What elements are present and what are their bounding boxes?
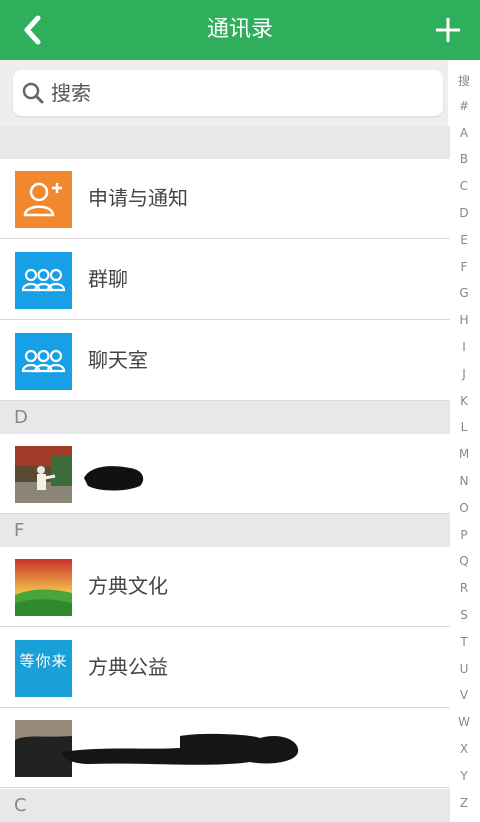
search-placeholder: 搜索: [51, 81, 91, 105]
item-label: 聊天室: [88, 348, 148, 372]
search-input[interactable]: 搜索: [13, 70, 443, 116]
divider-band: [0, 126, 450, 159]
index-letter[interactable]: K: [448, 394, 480, 408]
index-letter[interactable]: N: [448, 474, 480, 488]
group-chat-item[interactable]: 群聊: [0, 240, 450, 320]
chat-room-item[interactable]: 聊天室: [0, 321, 450, 401]
index-letter[interactable]: E: [448, 233, 480, 247]
index-letter[interactable]: P: [448, 528, 480, 542]
index-letter[interactable]: T: [448, 635, 480, 649]
contact-avatar: [15, 446, 72, 503]
index-letter[interactable]: U: [448, 662, 480, 676]
index-letter[interactable]: F: [448, 260, 480, 274]
group-icon: [15, 333, 72, 390]
index-letter[interactable]: J: [448, 367, 480, 381]
group-icon: [15, 252, 72, 309]
item-label: 申请与通知: [88, 186, 188, 210]
index-letter[interactable]: S: [448, 608, 480, 622]
index-letter[interactable]: D: [448, 206, 480, 220]
alphabet-index[interactable]: 搜 # A B C D E F G H I J K L M N O P Q R S T U V W X Y Z: [448, 60, 480, 818]
page-title: 通讯录: [206, 17, 273, 42]
index-letter[interactable]: Y: [448, 769, 480, 783]
index-letter[interactable]: A: [448, 126, 480, 140]
section-header-c: C: [0, 789, 450, 822]
contact-item[interactable]: [0, 434, 450, 514]
index-letter[interactable]: H: [448, 313, 480, 327]
index-letter[interactable]: R: [448, 581, 480, 595]
redacted-name: [61, 733, 299, 765]
contact-name: 方典公益: [88, 655, 168, 679]
search-icon: [22, 82, 44, 104]
add-user-icon: [15, 171, 72, 228]
search-area: 搜索: [0, 60, 448, 126]
index-letter[interactable]: X: [448, 742, 480, 756]
contact-avatar: [15, 559, 72, 616]
section-header-d: D: [0, 401, 450, 434]
index-letter[interactable]: C: [448, 179, 480, 193]
contact-item[interactable]: 方典文化: [0, 547, 450, 627]
plus-icon: [436, 18, 460, 42]
index-letter[interactable]: W: [448, 715, 480, 729]
redacted-name: [84, 466, 144, 491]
index-letter[interactable]: #: [448, 99, 480, 113]
index-letter[interactable]: I: [448, 340, 480, 354]
index-letter[interactable]: Q: [448, 554, 480, 568]
avatar-text: 等你来: [19, 652, 68, 670]
contact-name: 方典文化: [88, 574, 168, 598]
index-letter[interactable]: L: [448, 420, 480, 434]
index-letter[interactable]: M: [448, 447, 480, 461]
index-letter[interactable]: O: [448, 501, 480, 515]
add-button[interactable]: [432, 12, 464, 48]
index-letter[interactable]: G: [448, 286, 480, 300]
index-letter[interactable]: V: [448, 688, 480, 702]
contact-item[interactable]: [0, 708, 450, 788]
top-bar: 通讯录: [0, 0, 480, 60]
apply-notify-item[interactable]: 申请与通知: [0, 159, 450, 239]
index-letter[interactable]: Z: [448, 796, 480, 810]
section-header-f: F: [0, 514, 450, 547]
contact-avatar: 等你来: [15, 640, 72, 697]
contact-item[interactable]: 等你来 方典公益: [0, 628, 450, 708]
index-letter[interactable]: 搜: [448, 72, 480, 89]
index-letter[interactable]: B: [448, 152, 480, 166]
item-label: 群聊: [88, 267, 128, 291]
